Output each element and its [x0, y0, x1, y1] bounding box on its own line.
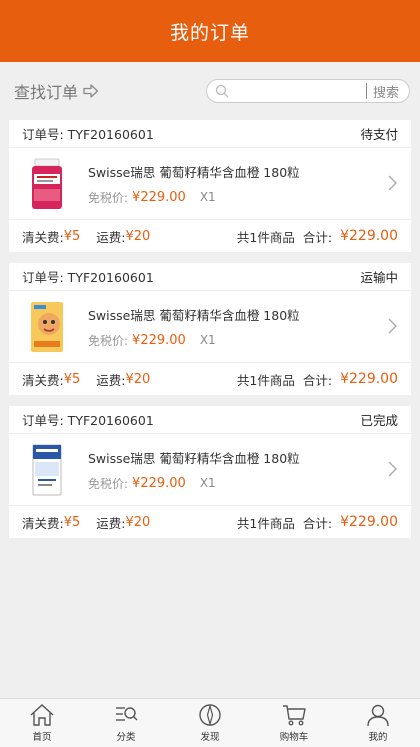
- chevron-right-icon[interactable]: [387, 318, 397, 334]
- order-card[interactable]: 订单号: TYF20160601 已完成 Swisse瑞思 葡萄籽精华含血橙 1…: [9, 406, 411, 538]
- total-label: 合计:: [302, 515, 333, 531]
- find-order-label: 查找订单: [14, 83, 79, 102]
- tab-label: 发现: [200, 732, 220, 743]
- tab-label: 购物车: [279, 732, 309, 743]
- total-label: 合计:: [302, 372, 333, 388]
- search-toolbar: 查找订单 搜索: [0, 62, 420, 120]
- product-image: [22, 442, 72, 498]
- order-card[interactable]: 订单号: TYF20160601 待支付 Swisse瑞思 葡萄籽精华含血橙 1…: [9, 120, 411, 252]
- order-header: 订单号: TYF20160601 已完成: [9, 406, 411, 434]
- bottom-tab-bar: 首页 分类 发现 购物车 我的: [0, 698, 420, 747]
- order-number: 订单号: TYF20160601: [22, 127, 154, 142]
- order-footer: 清关费: ¥5 运费: ¥20 共1件商品 合计: ¥229.00: [9, 363, 411, 395]
- app-header: 我的订单: [0, 0, 420, 62]
- shipping-fee-value: ¥20: [125, 228, 151, 244]
- price-row: 免税价: ¥229.00 X1: [88, 189, 398, 206]
- product-price: ¥229.00: [132, 332, 186, 348]
- tab-profile[interactable]: 我的: [336, 699, 420, 747]
- order-footer: 清关费: ¥5 运费: ¥20 共1件商品 合计: ¥229.00: [9, 506, 411, 538]
- order-header: 订单号: TYF20160601 运输中: [9, 263, 411, 291]
- item-count: 共1件商品: [236, 229, 295, 245]
- customs-fee-label: 清关费:: [22, 229, 64, 245]
- compass-icon: [199, 703, 221, 727]
- order-item[interactable]: Swisse瑞思 葡萄籽精华含血橙 180粒 免税价: ¥229.00 X1: [9, 291, 411, 363]
- customs-fee-value: ¥5: [63, 228, 81, 244]
- item-count: 共1件商品: [236, 372, 295, 388]
- product-quantity: X1: [199, 333, 216, 347]
- product-name: Swisse瑞思 葡萄籽精华含血橙 180粒: [88, 450, 300, 466]
- tab-label: 我的: [368, 732, 388, 743]
- total-value: ¥229.00: [340, 514, 398, 530]
- price-row: 免税价: ¥229.00 X1: [88, 332, 398, 349]
- shipping-fee-label: 运费:: [96, 372, 126, 388]
- price-label: 免税价:: [88, 333, 129, 348]
- order-item[interactable]: Swisse瑞思 葡萄籽精华含血橙 180粒 免税价: ¥229.00 X1: [9, 434, 411, 506]
- product-image: [22, 299, 72, 355]
- tab-discover[interactable]: 发现: [168, 699, 252, 747]
- cart-icon: [283, 705, 306, 726]
- customs-fee-label: 清关费:: [22, 515, 64, 531]
- product-info: Swisse瑞思 葡萄籽精华含血橙 180粒 免税价: ¥229.00 X1: [88, 305, 398, 349]
- price-label: 免税价:: [88, 190, 129, 205]
- customs-fee-value: ¥5: [63, 371, 81, 387]
- order-number: 订单号: TYF20160601: [22, 270, 154, 285]
- product-name: Swisse瑞思 葡萄籽精华含血橙 180粒: [88, 164, 300, 180]
- tab-label: 首页: [32, 732, 52, 743]
- order-number: 订单号: TYF20160601: [22, 413, 154, 428]
- shipping-fee-label: 运费:: [96, 515, 126, 531]
- page-title: 我的订单: [169, 21, 250, 44]
- customs-fee-label: 清关费:: [22, 372, 64, 388]
- product-name: Swisse瑞思 葡萄籽精华含血橙 180粒: [88, 307, 300, 323]
- order-status: 已完成: [360, 413, 398, 428]
- order-card[interactable]: 订单号: TYF20160601 运输中 Swisse瑞思 葡萄籽精华含血橙 1…: [9, 263, 411, 395]
- product-quantity: X1: [199, 190, 216, 204]
- order-footer: 清关费: ¥5 运费: ¥20 共1件商品 合计: ¥229.00: [9, 220, 411, 252]
- product-price: ¥229.00: [132, 475, 186, 491]
- product-quantity: X1: [199, 476, 216, 490]
- arrow-right-icon: [83, 84, 99, 98]
- shipping-fee-value: ¥20: [125, 514, 151, 530]
- customs-fee-value: ¥5: [63, 514, 81, 530]
- product-info: Swisse瑞思 葡萄籽精华含血橙 180粒 免税价: ¥229.00 X1: [88, 162, 398, 206]
- price-row: 免税价: ¥229.00 X1: [88, 475, 398, 492]
- category-search-icon: [116, 707, 138, 721]
- find-order-link[interactable]: 查找订单: [14, 79, 99, 103]
- chevron-right-icon[interactable]: [387, 175, 397, 191]
- product-price: ¥229.00: [132, 189, 186, 205]
- product-info: Swisse瑞思 葡萄籽精华含血橙 180粒 免税价: ¥229.00 X1: [88, 448, 398, 492]
- order-status: 运输中: [360, 270, 398, 285]
- product-image: [22, 156, 72, 212]
- total-label: 合计:: [302, 229, 333, 245]
- tab-home[interactable]: 首页: [0, 699, 84, 747]
- total-value: ¥229.00: [340, 371, 398, 387]
- total-value: ¥229.00: [340, 228, 398, 244]
- home-icon: [30, 704, 54, 726]
- search-input[interactable]: [233, 84, 366, 98]
- order-header: 订单号: TYF20160601 待支付: [9, 120, 411, 148]
- shipping-fee-label: 运费:: [96, 229, 126, 245]
- price-label: 免税价:: [88, 476, 129, 491]
- tab-category[interactable]: 分类: [84, 699, 168, 747]
- chevron-right-icon[interactable]: [387, 461, 397, 477]
- search-icon: [215, 84, 229, 98]
- tab-cart[interactable]: 购物车: [252, 699, 336, 747]
- search-box: 搜索: [206, 79, 410, 103]
- search-button[interactable]: 搜索: [373, 82, 409, 101]
- search-divider: [365, 83, 367, 99]
- order-status: 待支付: [360, 127, 398, 142]
- user-icon: [367, 704, 389, 727]
- item-count: 共1件商品: [236, 515, 295, 531]
- order-item[interactable]: Swisse瑞思 葡萄籽精华含血橙 180粒 免税价: ¥229.00 X1: [9, 148, 411, 220]
- shipping-fee-value: ¥20: [125, 371, 151, 387]
- tab-label: 分类: [116, 732, 136, 743]
